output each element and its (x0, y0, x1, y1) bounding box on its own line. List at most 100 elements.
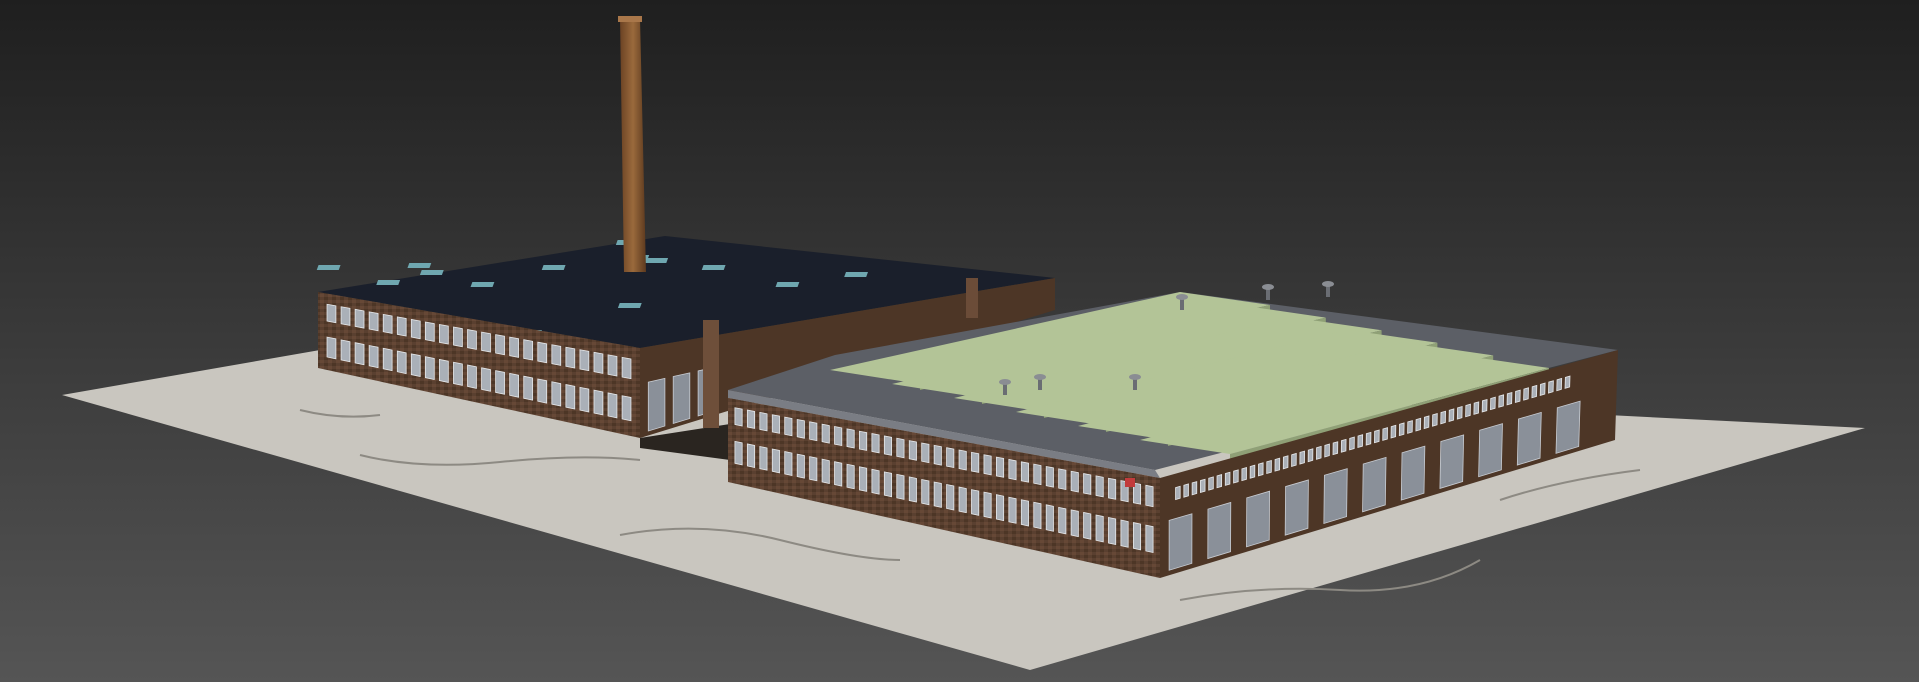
window (523, 375, 534, 401)
window (871, 468, 880, 495)
window (537, 341, 548, 364)
window (859, 466, 868, 492)
window (834, 461, 843, 487)
window (1398, 422, 1405, 437)
window (565, 384, 576, 410)
window (1548, 380, 1554, 394)
window (759, 445, 768, 471)
window (1556, 377, 1563, 392)
window (579, 349, 590, 372)
window (1120, 519, 1129, 548)
window (1465, 403, 1471, 418)
garage-door (1516, 411, 1542, 466)
window (424, 356, 435, 380)
window (326, 303, 337, 324)
window (1033, 501, 1042, 530)
window (1564, 375, 1571, 389)
garage-door (1284, 479, 1309, 536)
window (579, 386, 590, 413)
window (958, 486, 967, 514)
garage-door (1439, 434, 1465, 489)
window (593, 389, 604, 416)
window (921, 442, 930, 464)
window (983, 454, 992, 476)
window (1008, 496, 1017, 524)
skylight (470, 282, 495, 287)
red-sign (1125, 478, 1135, 487)
window (1200, 478, 1206, 493)
window (1216, 474, 1223, 489)
window (834, 426, 843, 447)
window (424, 321, 435, 342)
window (1432, 413, 1438, 427)
garage-door (1168, 513, 1193, 571)
window (607, 354, 618, 377)
chimney-cap (618, 16, 642, 22)
window (1332, 441, 1339, 456)
window (933, 444, 942, 466)
window (746, 443, 756, 469)
garage-door (1207, 501, 1232, 560)
window (821, 423, 830, 444)
skylight (407, 263, 432, 268)
window (495, 334, 505, 356)
window (1070, 509, 1079, 538)
left-building-pilaster-2 (966, 278, 978, 318)
window (537, 378, 548, 404)
window (410, 318, 421, 340)
window (354, 342, 365, 366)
window (1020, 499, 1029, 527)
window (481, 331, 491, 353)
window (1539, 382, 1546, 396)
window (958, 449, 967, 471)
vent-cap (1322, 281, 1334, 287)
window (995, 456, 1005, 478)
window (771, 448, 780, 474)
window (1324, 443, 1330, 458)
window (1145, 484, 1154, 508)
window (1340, 438, 1347, 453)
window (1045, 466, 1054, 488)
window (883, 471, 893, 498)
window (908, 440, 917, 461)
window (1440, 410, 1446, 425)
skylight (844, 272, 869, 277)
window (821, 458, 830, 484)
window (467, 364, 477, 389)
window (1266, 459, 1272, 475)
window (551, 344, 562, 366)
window (971, 451, 980, 473)
garage-door (1246, 490, 1270, 548)
window (1514, 389, 1521, 404)
window (1208, 476, 1214, 491)
window (1058, 506, 1067, 535)
window (871, 433, 880, 454)
window (439, 358, 449, 383)
window (340, 339, 351, 363)
window (1382, 427, 1388, 441)
vent-cap (999, 379, 1011, 385)
window (1282, 455, 1289, 470)
window (946, 447, 955, 469)
window (565, 346, 576, 369)
skylight (617, 303, 642, 308)
window (746, 409, 756, 429)
window (809, 421, 818, 442)
window (1175, 485, 1181, 501)
window (439, 324, 449, 345)
window (340, 306, 351, 326)
window (1349, 436, 1355, 451)
skylight (775, 282, 800, 287)
3d-viewport[interactable] (0, 0, 1919, 682)
window (1241, 466, 1247, 482)
window (326, 336, 337, 360)
window (1357, 434, 1364, 449)
window (971, 489, 980, 516)
garage-door (647, 377, 666, 432)
window (784, 451, 793, 476)
window (1095, 475, 1104, 498)
window (1020, 461, 1029, 483)
window (734, 407, 743, 427)
window (1374, 429, 1380, 444)
window (593, 351, 604, 374)
